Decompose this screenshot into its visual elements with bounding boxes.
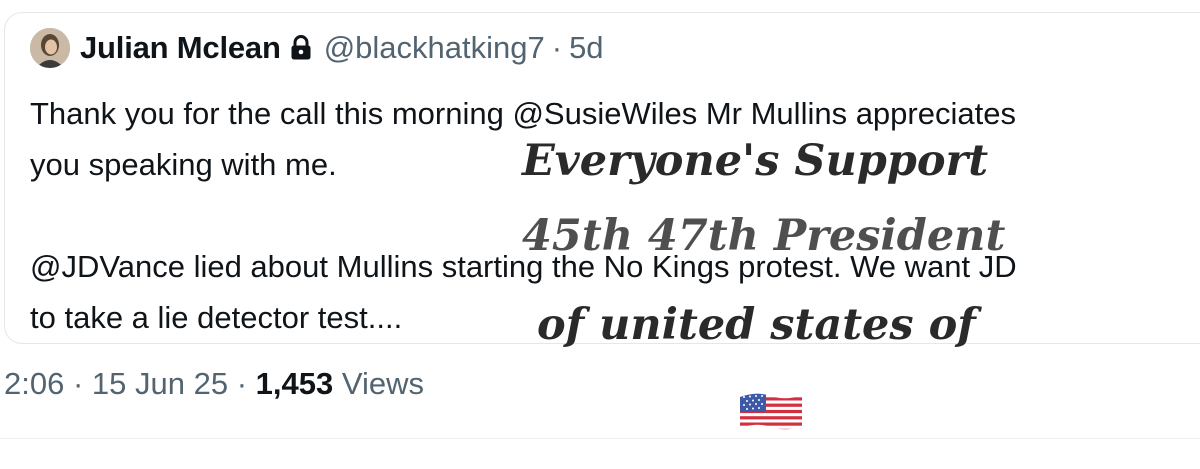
tweet-time[interactable]: 2:06 [4,366,64,401]
tweet-meta: 2:06 · 15 Jun 25 · 1,453 Views [4,366,424,402]
divider [0,438,1200,439]
overlay-text-line: 45th 47th President [522,211,1006,261]
header-separator: · [551,30,563,65]
meta-separator: · [236,366,248,401]
tweet-text-line: Thank you for the call this morning @Sus… [30,96,1016,131]
overlay-text-line: Everyone's Support [522,136,989,186]
overlay-text-line: of united states of [537,300,976,350]
avatar[interactable] [30,28,70,68]
views-label: Views [341,366,425,401]
lock-icon [290,35,312,61]
author-name[interactable]: Julian Mclean [80,30,281,66]
quoted-tweet-header: Julian Mclean @blackhatking7 · 5d [30,26,604,70]
author-handle[interactable]: @blackhatking7 [324,30,545,66]
us-flag-icon [738,391,804,432]
tweet-age[interactable]: 5d [569,30,603,66]
meta-separator: · [72,366,84,401]
tweet-date[interactable]: 15 Jun 25 [92,366,228,401]
views-count[interactable]: 1,453 [256,366,334,401]
